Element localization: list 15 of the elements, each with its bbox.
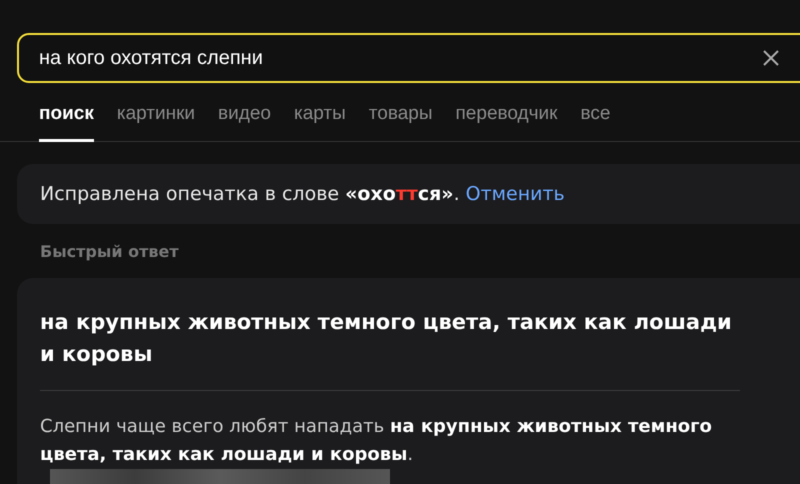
- undo-link[interactable]: Отменить: [466, 183, 565, 205]
- search-field[interactable]: на кого охотятся слепни: [17, 33, 800, 83]
- search-tab[interactable]: карты: [294, 103, 346, 142]
- search-tab[interactable]: переводчик: [456, 103, 558, 142]
- section-heading: Быстрый ответ: [40, 242, 180, 261]
- close-icon[interactable]: [762, 49, 780, 67]
- search-tab[interactable]: видео: [218, 103, 271, 142]
- search-tab[interactable]: картинки: [116, 103, 196, 142]
- correction-text: Исправлена опечатка в слове «охоттся». Отменить: [40, 183, 565, 205]
- search-tab[interactable]: поиск: [39, 103, 94, 142]
- search-tab[interactable]: все: [580, 103, 610, 142]
- search-tab[interactable]: товары: [368, 103, 433, 142]
- answer-title: на крупных животных темного цвета, таких как лошади и коровы: [40, 306, 740, 391]
- answer-text: Слепни чаще всего любят нападать на крупных животных темного цвета, таких как лошади и коровы.: [40, 415, 713, 467]
- search-input[interactable]: на кого охотятся слепни: [39, 46, 762, 70]
